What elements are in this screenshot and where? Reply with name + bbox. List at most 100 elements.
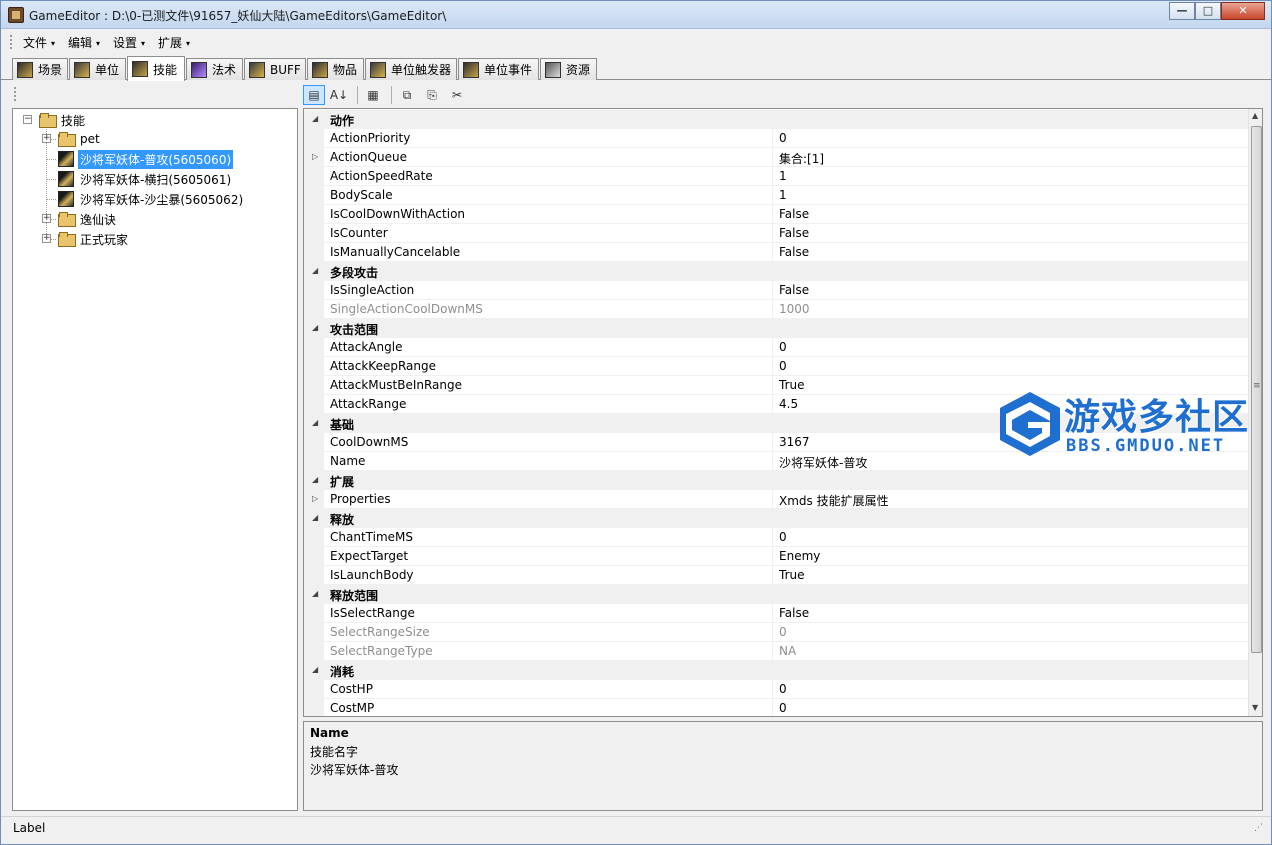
column-splitter[interactable] — [772, 566, 773, 585]
property-row[interactable]: ExpectTarget Enemy — [304, 547, 1248, 566]
tab-unit[interactable]: 单位 — [69, 58, 126, 80]
property-value[interactable]: 4.5 — [779, 397, 798, 411]
column-splitter[interactable] — [772, 680, 773, 699]
tree-root[interactable]: − 技能 — [21, 110, 87, 130]
property-value[interactable]: 0 — [779, 359, 787, 373]
property-value[interactable]: False — [779, 245, 809, 259]
minimize-button[interactable]: — — [1169, 2, 1195, 20]
tab-unit-trigger[interactable]: 单位触发器 — [365, 58, 457, 80]
menu-extend[interactable]: 扩展 ▾ — [158, 34, 190, 51]
property-row[interactable]: CostMP 0 — [304, 699, 1248, 716]
expand-icon[interactable]: ▷ — [312, 152, 318, 161]
collapse-icon[interactable]: ◢ — [312, 418, 318, 427]
category-row[interactable]: ◢ 释放范围 — [304, 585, 1248, 604]
property-value[interactable]: 1 — [779, 169, 787, 183]
property-value[interactable]: 3167 — [779, 435, 810, 449]
property-pages-button[interactable]: ▦ — [362, 85, 384, 105]
property-row[interactable]: AttackKeepRange 0 — [304, 357, 1248, 376]
property-value[interactable]: Enemy — [779, 549, 820, 563]
property-row[interactable]: SelectRangeType NA — [304, 642, 1248, 661]
resize-grip-icon[interactable]: ⋰ — [1254, 823, 1263, 833]
tab-scene[interactable]: 场景 — [12, 58, 68, 80]
column-splitter[interactable] — [772, 376, 773, 395]
property-row[interactable]: IsSingleAction False — [304, 281, 1248, 300]
column-splitter[interactable] — [772, 224, 773, 243]
collapse-icon[interactable]: ◢ — [312, 323, 318, 332]
tab-buff[interactable]: BUFF — [244, 58, 306, 80]
property-row[interactable]: ChantTimeMS 0 — [304, 528, 1248, 547]
tab-skill[interactable]: 技能 — [127, 56, 185, 81]
property-row[interactable]: IsCounter False — [304, 224, 1248, 243]
tree-node-formal-player[interactable]: + 正式玩家 — [40, 229, 130, 249]
menu-settings[interactable]: 设置 ▾ — [113, 34, 145, 51]
menu-file[interactable]: 文件 ▾ — [23, 34, 55, 51]
property-value[interactable]: 0 — [779, 701, 787, 715]
property-row[interactable]: IsCoolDownWithAction False — [304, 205, 1248, 224]
property-value[interactable]: NA — [779, 644, 796, 658]
category-row[interactable]: ◢ 动作 — [304, 110, 1248, 129]
property-value[interactable]: 0 — [779, 340, 787, 354]
tree-node-skill-5605062[interactable]: 沙将军妖体-沙尘暴(5605062) — [58, 189, 245, 209]
property-value[interactable]: 0 — [779, 625, 787, 639]
alphabetical-button[interactable]: A↓ — [328, 85, 350, 105]
column-splitter[interactable] — [772, 205, 773, 224]
property-row[interactable]: IsLaunchBody True — [304, 566, 1248, 585]
property-row[interactable]: IsSelectRange False — [304, 604, 1248, 623]
tab-item[interactable]: 物品 — [307, 58, 364, 80]
property-value[interactable]: 1000 — [779, 302, 810, 316]
menu-grip[interactable] — [10, 35, 13, 49]
tab-unit-event[interactable]: 单位事件 — [458, 58, 539, 80]
category-row[interactable]: ◢ 释放 — [304, 509, 1248, 528]
column-splitter[interactable] — [772, 623, 773, 642]
property-row[interactable]: ▷ ActionQueue 集合:[1] — [304, 148, 1248, 167]
column-splitter[interactable] — [772, 433, 773, 452]
property-value[interactable]: 沙将军妖体-普攻 — [779, 454, 867, 471]
cut-button[interactable]: ✂ — [446, 85, 468, 105]
tree-node-pet[interactable]: + pet — [40, 129, 102, 149]
tree-node-yixianjue[interactable]: + 逸仙诀 — [40, 209, 118, 229]
column-splitter[interactable] — [772, 148, 773, 167]
property-value[interactable]: False — [779, 283, 809, 297]
property-value[interactable]: 0 — [779, 131, 787, 145]
scroll-up-icon[interactable]: ▲ — [1252, 111, 1258, 120]
column-splitter[interactable] — [772, 357, 773, 376]
collapse-icon[interactable]: ◢ — [312, 665, 318, 674]
property-row[interactable]: CostHP 0 — [304, 680, 1248, 699]
tab-resource[interactable]: 资源 — [540, 58, 597, 80]
column-splitter[interactable] — [772, 281, 773, 300]
property-row[interactable]: ActionPriority 0 — [304, 129, 1248, 148]
tab-spell[interactable]: 法术 — [186, 58, 243, 80]
property-value[interactable]: False — [779, 207, 809, 221]
paste-button[interactable]: ⎘ — [421, 85, 443, 105]
collapse-icon[interactable]: ◢ — [312, 114, 318, 123]
property-value[interactable]: 1 — [779, 188, 787, 202]
expand-icon[interactable]: + — [42, 234, 51, 243]
column-splitter[interactable] — [772, 395, 773, 414]
collapse-icon[interactable]: ◢ — [312, 589, 318, 598]
scroll-down-icon[interactable]: ▼ — [1252, 703, 1258, 712]
menu-edit[interactable]: 编辑 ▾ — [68, 34, 100, 51]
column-splitter[interactable] — [772, 528, 773, 547]
column-splitter[interactable] — [772, 547, 773, 566]
copy-button[interactable]: ⧉ — [396, 85, 418, 105]
skill-tree[interactable]: − 技能 + pet 沙将军妖体-普攻(5605060) 沙将军妖体-横扫(56… — [12, 108, 298, 811]
column-splitter[interactable] — [772, 490, 773, 509]
maximize-button[interactable]: □ — [1195, 2, 1221, 20]
property-row[interactable]: SelectRangeSize 0 — [304, 623, 1248, 642]
collapse-icon[interactable]: ◢ — [312, 475, 318, 484]
close-button[interactable]: ✕ — [1221, 2, 1265, 20]
expand-icon[interactable]: ▷ — [312, 494, 318, 503]
column-splitter[interactable] — [772, 642, 773, 661]
property-value[interactable]: Xmds 技能扩展属性 — [779, 492, 889, 509]
property-value[interactable]: 0 — [779, 682, 787, 696]
category-row[interactable]: ◢ 攻击范围 — [304, 319, 1248, 338]
expand-icon[interactable]: + — [42, 134, 51, 143]
column-splitter[interactable] — [772, 186, 773, 205]
property-row[interactable]: ActionSpeedRate 1 — [304, 167, 1248, 186]
toolbar-grip[interactable] — [14, 87, 17, 101]
property-value[interactable]: False — [779, 226, 809, 240]
property-value[interactable]: True — [779, 378, 805, 392]
property-row[interactable]: BodyScale 1 — [304, 186, 1248, 205]
property-value[interactable]: False — [779, 606, 809, 620]
column-splitter[interactable] — [772, 452, 773, 471]
